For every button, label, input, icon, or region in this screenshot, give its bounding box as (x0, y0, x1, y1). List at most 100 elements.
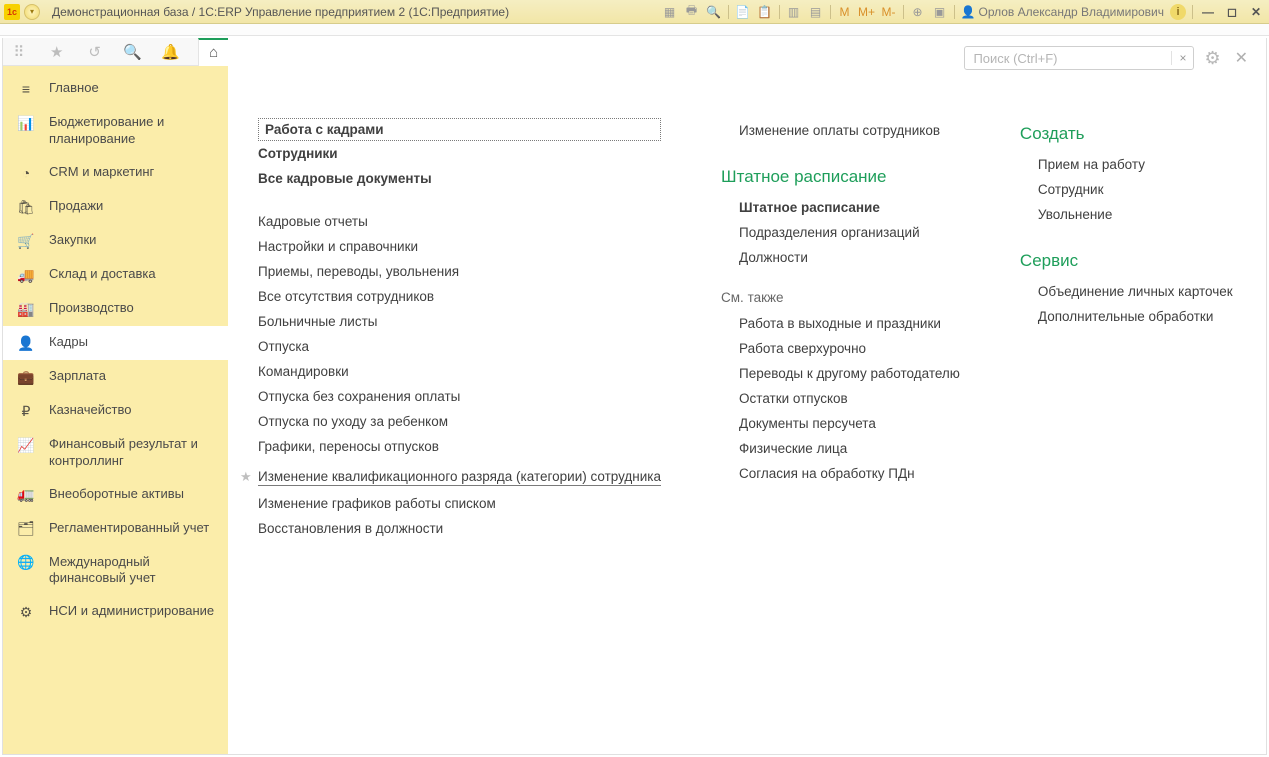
col2-sect-4[interactable]: Документы персучета (721, 411, 960, 436)
window-title: Демонстрационная база / 1С:ERP Управлени… (52, 5, 509, 19)
nav-label: Казначейство (49, 402, 218, 419)
settings-gear-icon[interactable]: ⚙ (1204, 48, 1220, 69)
app-menu-dropdown[interactable]: ▾ (24, 4, 40, 20)
favorite-star-icon[interactable]: ★ (47, 42, 67, 62)
nav-icon: 💼 (17, 368, 35, 386)
toolbar-preview-icon[interactable]: 🔍 (706, 4, 722, 20)
separator (903, 5, 904, 19)
bell-icon[interactable]: 🔔 (160, 42, 180, 62)
nav-icon: 📈 (17, 436, 35, 454)
col2-h1-2[interactable]: Должности (721, 245, 960, 270)
nav-item-6[interactable]: 🏭Производство (3, 292, 228, 326)
nav-item-11[interactable]: 🚛Внеоборотные активы (3, 478, 228, 512)
nav-item-12[interactable]: 🗂Регламентированный учет (3, 512, 228, 546)
history-icon[interactable]: ↺ (85, 42, 105, 62)
home-icon[interactable]: ⌂ (198, 38, 228, 66)
window-close-button[interactable]: ✕ (1247, 5, 1265, 19)
panel-close-button[interactable]: ✕ (1231, 48, 1252, 68)
col1-g2-5[interactable]: Отпуска (258, 334, 661, 359)
toolbar-m-minus-icon[interactable]: M- (881, 4, 897, 20)
nav-item-5[interactable]: 🚚Склад и доставка (3, 258, 228, 292)
col2-h1-0[interactable]: Штатное расписание (721, 195, 960, 220)
toolbar-paste-icon[interactable]: 📋 (757, 4, 773, 20)
toolbar-m-icon[interactable]: M (837, 4, 853, 20)
col1-g2-1[interactable]: Настройки и справочники (258, 234, 661, 259)
col1-g2-0[interactable]: Кадровые отчеты (258, 209, 661, 234)
col2-sect-0[interactable]: Работа в выходные и праздники (721, 311, 960, 336)
search-clear-button[interactable]: × (1171, 51, 1193, 65)
toolbar-zoom-fit-icon[interactable]: ▣ (932, 4, 948, 20)
toolbar-calc1-icon[interactable]: ▥ (786, 4, 802, 20)
nav-label: CRM и маркетинг (49, 164, 218, 181)
col3-h2-1[interactable]: Дополнительные обработки (1020, 304, 1233, 329)
nav-item-8[interactable]: 💼Зарплата (3, 360, 228, 394)
content-area: × ⚙ ✕ Работа с кадрамиСотрудникиВсе кадр… (228, 38, 1266, 754)
col1-g2-2[interactable]: Приемы, переводы, увольнения (258, 259, 661, 284)
nav-item-1[interactable]: 📊Бюджетирование и планирование (3, 106, 228, 156)
col1-g2-3[interactable]: Все отсутствия сотрудников (258, 284, 661, 309)
toolbar-m-plus-icon[interactable]: M+ (859, 4, 875, 20)
app-logo-icon: 1c (4, 4, 20, 20)
nav-label: Бюджетирование и планирование (49, 114, 218, 148)
col3-h1-2[interactable]: Увольнение (1020, 202, 1233, 227)
col2-sect-1[interactable]: Работа сверхурочно (721, 336, 960, 361)
nav-item-14[interactable]: ⚙НСИ и администрирование (3, 595, 228, 629)
col2-top[interactable]: Изменение оплаты сотрудников (721, 118, 960, 143)
col1-g2-4[interactable]: Больничные листы (258, 309, 661, 334)
col1-g1-0[interactable]: Работа с кадрами (258, 118, 661, 141)
col2-sect-5[interactable]: Физические лица (721, 436, 960, 461)
search-box[interactable]: × (964, 46, 1194, 70)
col2-sect-6[interactable]: Согласия на обработку ПДн (721, 461, 960, 486)
toolbar-copy-icon[interactable]: 📄 (735, 4, 751, 20)
col1-g2-8[interactable]: Отпуска по уходу за ребенком (258, 409, 661, 434)
col3-h2-0[interactable]: Объединение личных карточек (1020, 279, 1233, 304)
nav-label: Внеоборотные активы (49, 486, 218, 503)
toolbar-calc2-icon[interactable]: ▤ (808, 4, 824, 20)
apps-grid-icon[interactable]: ⠿ (9, 42, 29, 62)
col1-g2-9[interactable]: Графики, переносы отпусков (258, 434, 661, 459)
col1-g3-0[interactable]: Изменение графиков работы списком (258, 491, 661, 516)
nav-label: Регламентированный учет (49, 520, 218, 537)
col2-sect-3[interactable]: Остатки отпусков (721, 386, 960, 411)
col3-h1-0[interactable]: Прием на работу (1020, 152, 1233, 177)
col3-h1-1[interactable]: Сотрудник (1020, 177, 1233, 202)
col2-sect: См. также (721, 270, 960, 311)
nav-item-7[interactable]: 👤Кадры (3, 326, 228, 360)
column-2: Изменение оплаты сотрудников Штатное расп… (721, 118, 960, 541)
toolbar-print-icon[interactable]: 🖶 (684, 4, 700, 20)
separator (1192, 5, 1193, 19)
nav-label: Продажи (49, 198, 218, 215)
col3-head1: Создать (1020, 118, 1233, 152)
toolbar-grid-icon[interactable]: ▦ (662, 4, 678, 20)
sidebar-toolbar: ⠿ ★ ↺ 🔍 🔔 ⌂ (3, 38, 228, 66)
toolbar-zoom-in-icon[interactable]: ⊕ (910, 4, 926, 20)
col1-g1-1[interactable]: Сотрудники (258, 141, 661, 166)
window-maximize-button[interactable]: ◻ (1223, 5, 1241, 19)
nav-icon: 👤 (17, 334, 35, 352)
nav-item-0[interactable]: ≡Главное (3, 72, 228, 106)
col1-g2-7[interactable]: Отпуска без сохранения оплаты (258, 384, 661, 409)
col2-h1-1[interactable]: Подразделения организаций (721, 220, 960, 245)
info-icon[interactable]: i (1170, 4, 1186, 20)
nav-label: Международный финансовый учет (49, 554, 218, 588)
col1-g1-2[interactable]: Все кадровые документы (258, 166, 661, 191)
current-user[interactable]: 👤 Орлов Александр Владимирович (961, 5, 1164, 19)
col1-starred[interactable]: Изменение квалификационного разряда (кат… (258, 464, 661, 486)
nav-item-13[interactable]: 🌐 Международный финансовый учет (3, 546, 228, 596)
nav-label: Главное (49, 80, 218, 97)
nav-icon: 🌐 (17, 554, 35, 572)
nav-label: Склад и доставка (49, 266, 218, 283)
nav-item-4[interactable]: 🛒Закупки (3, 224, 228, 258)
col1-g3-1[interactable]: Восстановления в должности (258, 516, 661, 541)
col2-sect-2[interactable]: Переводы к другому работодателю (721, 361, 960, 386)
col1-g2-6[interactable]: Командировки (258, 359, 661, 384)
window-minimize-button[interactable]: — (1199, 5, 1217, 19)
col2-head1: Штатное расписание (721, 161, 960, 195)
nav-item-10[interactable]: 📈Финансовый результат и контроллинг (3, 428, 228, 478)
search-icon[interactable]: 🔍 (123, 42, 143, 62)
nav-item-2[interactable]: ◔CRM и маркетинг (3, 156, 228, 190)
nav-item-3[interactable]: 🛍Продажи (3, 190, 228, 224)
nav-item-9[interactable]: ₽Казначейство (3, 394, 228, 428)
search-input[interactable] (965, 49, 1171, 68)
nav-icon: 🏭 (17, 300, 35, 318)
